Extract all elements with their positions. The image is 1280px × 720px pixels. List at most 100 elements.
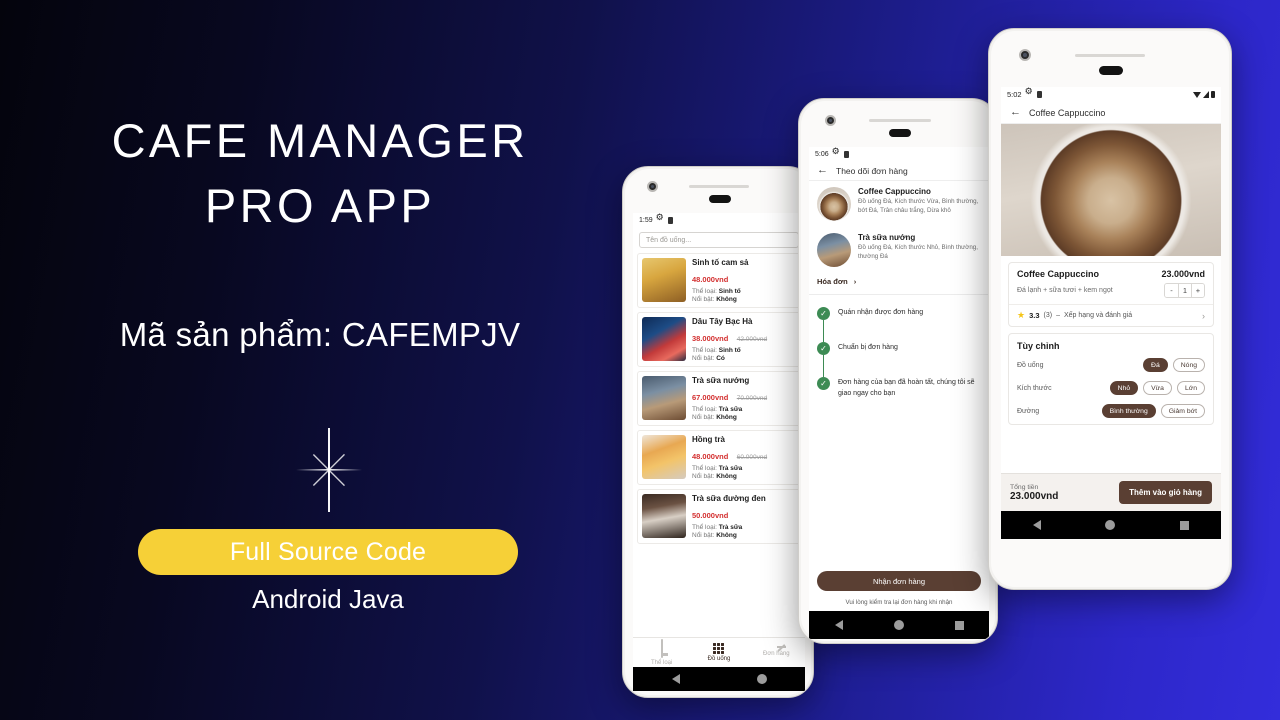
app-bar-title: Theo dõi đơn hàng [836, 165, 908, 176]
status-bar: 5:02 [1001, 87, 1221, 102]
customize-options: Đồ uống Đá Nóng Kích thước Nhỏ Vừa Lớn Đườn… [1009, 355, 1213, 424]
quantity-increase-button[interactable]: + [1191, 284, 1204, 297]
android-nav-bar [1001, 511, 1221, 539]
bottom-nav-item-category[interactable]: Thể loại [633, 638, 690, 667]
recents-icon[interactable] [954, 620, 964, 630]
customize-chip-group: Nhỏ Vừa Lớn [1109, 381, 1205, 395]
product-type: Thể loại: Trà sữa [692, 465, 743, 472]
product-featured: Nổi bật: Không [692, 414, 737, 421]
product-type: Thể loại: Sinh tố [692, 288, 741, 295]
sparkle-icon [296, 428, 362, 512]
customize-chip[interactable]: Vừa [1143, 381, 1172, 395]
check-icon: ✓ [817, 377, 830, 390]
receive-order-button[interactable]: Nhận đơn hàng [817, 571, 981, 591]
order-item-thumbnail [817, 187, 851, 221]
customize-row-label: Đường [1017, 407, 1040, 415]
back-icon[interactable] [1033, 520, 1042, 530]
product-list-item[interactable]: Hồng trà 48.000vnd 60.000vnd Thể loại: T… [637, 430, 801, 485]
chevron-right-icon: › [1202, 310, 1205, 321]
product-thumbnail [642, 494, 686, 538]
back-icon[interactable] [671, 674, 680, 684]
camera-icon [1019, 49, 1031, 61]
status-bar: 5:06 [809, 147, 989, 161]
back-icon[interactable] [834, 620, 843, 630]
product-old-price: 70.000vnd [736, 395, 768, 402]
customize-chip[interactable]: Giảm bớt [1160, 404, 1205, 418]
product-thumbnail [642, 376, 686, 420]
product-featured: Nổi bật: Không [692, 296, 737, 303]
status-time: 5:06 [815, 150, 829, 158]
quantity-value: 1 [1178, 284, 1191, 297]
speaker-grille [689, 185, 749, 188]
receive-note: Vui lòng kiểm tra lại đơn hàng khi nhận [845, 599, 953, 606]
customize-chip[interactable]: Nhỏ [1109, 381, 1139, 395]
full-source-code-button[interactable]: Full Source Code [138, 529, 518, 575]
product-price-row: 48.000vnd 60.000vnd [692, 446, 767, 464]
product-old-price: 60.000vnd [736, 454, 768, 461]
product-list-item[interactable]: Sinh tố cam sả 48.000vnd Thể loại: Sinh … [637, 253, 801, 308]
product-name: Coffee Cappuccino [1017, 269, 1100, 279]
sensor-pill [1099, 66, 1123, 75]
star-icon: ★ [1017, 310, 1026, 320]
customize-chip[interactable]: Nóng [1172, 358, 1205, 372]
search-input[interactable]: Tên đồ uống... [639, 232, 799, 248]
phone-mockup-order-tracking: 5:06 ← Theo dõi đơn hàng Coffee Cappucci… [798, 98, 998, 644]
page-title: CAFE MANAGER PRO APP [0, 108, 640, 238]
speaker-grille [869, 119, 931, 122]
timeline-step: ✓ Quán nhận được đơn hàng [817, 307, 981, 342]
app-bar: ← Coffee Cappuccino [1001, 102, 1221, 124]
wifi-icon [1193, 91, 1201, 98]
home-icon[interactable] [893, 620, 904, 630]
screen-order-tracking: 5:06 ← Theo dõi đơn hàng Coffee Cappucci… [809, 147, 989, 639]
timeline-step: ✓ Đơn hàng của bạn đã hoàn tất, chúng tô… [817, 377, 981, 405]
product-name-row: Coffee Cappuccino 23.000vnd [1009, 263, 1213, 281]
customize-row-label: Đồ uống [1017, 361, 1044, 369]
timeline-step-label: Quán nhận được đơn hàng [838, 309, 924, 316]
product-list-item[interactable]: Dâu Tây Bạc Hà 38.000vnd 42.000vnd Thể l… [637, 312, 801, 367]
rating-row[interactable]: ★ 3.3 (3) – Xếp hạng và đánh giá › [1009, 304, 1213, 326]
back-arrow-icon[interactable]: ← [817, 165, 828, 176]
battery-icon [1211, 91, 1215, 98]
invoice-link[interactable]: Hóa đơn › [809, 273, 989, 295]
phone-mockup-product-list: 1:59 Tên đồ uống... Sinh tố cam sả 48.00… [622, 166, 814, 698]
timeline-step-label: Đơn hàng của bạn đã hoàn tất, chúng tôi … [838, 379, 975, 397]
back-arrow-icon[interactable]: ← [1010, 107, 1021, 118]
phone-mockup-product-detail: 5:02 ← Coffee Cappuccino Coffee Cappucci… [988, 28, 1232, 590]
product-name: Trà sữa đường đen [692, 494, 766, 503]
recents-icon[interactable] [1179, 520, 1189, 530]
customize-chip[interactable]: Đá [1143, 358, 1168, 372]
sim-icon [667, 216, 673, 224]
status-time: 1:59 [639, 216, 653, 224]
home-icon[interactable] [756, 674, 767, 684]
sim-icon [1036, 91, 1042, 98]
customize-card: Tùy chỉnh Đồ uống Đá Nóng Kích thước Nhỏ V… [1008, 333, 1214, 425]
check-icon: ✓ [817, 307, 830, 320]
app-bar: ← Theo dõi đơn hàng [809, 161, 989, 181]
bottom-nav-label: Đồ uống [707, 656, 731, 662]
quantity-stepper[interactable]: - 1 + [1164, 283, 1205, 298]
check-icon: ✓ [817, 342, 830, 355]
signal-icon [1203, 91, 1209, 98]
customize-chip[interactable]: Bình thường [1101, 404, 1156, 418]
timeline-connector [823, 355, 824, 377]
bottom-nav-item-grid[interactable]: Đồ uống [690, 638, 747, 667]
customize-row-label: Kích thước [1017, 384, 1052, 392]
product-featured: Nổi bật: Không [692, 473, 737, 480]
promo-text-column: CAFE MANAGER PRO APP Mã sản phẩm: CAFEMP… [0, 0, 640, 720]
product-list-item[interactable]: Trà sữa đường đen 50.000vnd Thể loại: Tr… [637, 489, 801, 544]
quantity-decrease-button[interactable]: - [1165, 284, 1178, 297]
product-price: 48.000vnd [692, 275, 729, 284]
app-bar-title: Coffee Cappuccino [1029, 107, 1106, 118]
order-item: Coffee Cappuccino Đồ uống Đá, Kích thước… [809, 181, 989, 227]
product-list-item[interactable]: Trà sữa nướng 67.000vnd 70.000vnd Thể lo… [637, 371, 801, 426]
bottom-nav-item-pencil[interactable]: Đơn hàng [748, 638, 805, 667]
home-icon[interactable] [1105, 520, 1116, 530]
product-price-row: 50.000vnd [692, 505, 766, 523]
status-time: 5:02 [1007, 90, 1022, 99]
total-block: Tổng tiền 23.000vnd [1010, 484, 1058, 502]
add-to-cart-button[interactable]: Thêm vào giỏ hàng [1119, 481, 1212, 504]
customize-chip[interactable]: Lớn [1176, 381, 1205, 395]
product-price: 23.000vnd [1161, 269, 1205, 279]
product-price: 38.000vnd [692, 334, 729, 343]
category-icon [660, 638, 663, 658]
